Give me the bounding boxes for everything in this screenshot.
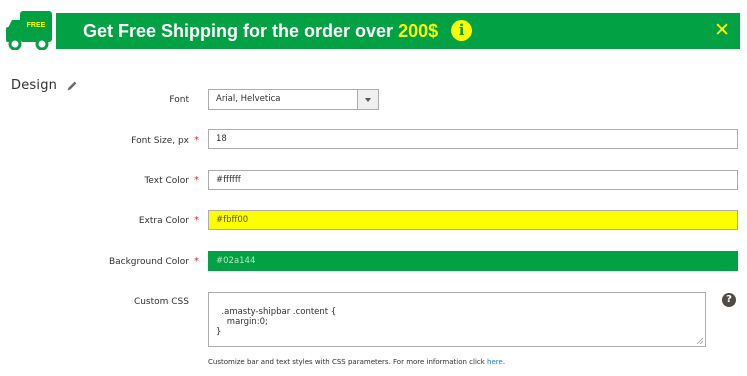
custom-css-value: .amasty-shipbar .content { margin:0; } (216, 307, 337, 337)
shipping-message-text: Get Free Shipping for the order over (83, 21, 394, 41)
font-label: Font (169, 95, 189, 105)
help-icon[interactable]: ? (722, 293, 736, 307)
truck-badge-text: FREE (27, 22, 46, 29)
background-color-label: Background Color (108, 257, 189, 267)
font-select-value: Arial, Helvetica (216, 94, 281, 104)
font-select[interactable]: Arial, Helvetica (208, 89, 379, 110)
resize-grip-icon[interactable] (696, 337, 703, 344)
extra-color-input[interactable]: #fbff00 (208, 210, 738, 230)
required-marker: * (194, 256, 199, 267)
chevron-down-icon[interactable] (357, 90, 378, 109)
text-color-input[interactable]: #ffffff (208, 170, 738, 190)
shipping-amount: 200$ (398, 21, 439, 41)
custom-css-note-end: . (502, 358, 506, 366)
section-title: Design (11, 78, 58, 93)
custom-css-help-link[interactable]: here (487, 358, 503, 366)
custom-css-note: Customize bar and text styles with CSS p… (208, 358, 505, 366)
required-marker: * (194, 215, 199, 226)
custom-css-label: Custom CSS (133, 297, 189, 307)
close-icon[interactable]: ✕ (714, 18, 730, 42)
required-marker: * (194, 175, 199, 186)
pencil-edit-icon[interactable] (65, 79, 79, 93)
text-color-label: Text Color (144, 176, 189, 186)
font-size-input[interactable]: 18 (208, 129, 738, 149)
shipping-bar-preview: FREE Get Free Shipping for the order ove… (0, 0, 747, 56)
shipping-message: Get Free Shipping for the order over 200… (83, 19, 473, 43)
shipping-bar: Get Free Shipping for the order over 200… (56, 13, 740, 49)
background-color-input[interactable]: #02a144 (208, 251, 738, 271)
free-shipping-truck-icon: FREE (6, 11, 52, 50)
info-icon: i (451, 20, 473, 41)
extra-color-label: Extra Color (138, 216, 189, 226)
custom-css-note-text: Customize bar and text styles with CSS p… (208, 358, 488, 366)
font-size-label: Font Size, px (131, 136, 189, 146)
required-marker: * (194, 135, 199, 146)
custom-css-textarea[interactable]: .amasty-shipbar .content { margin:0; } (208, 292, 706, 347)
